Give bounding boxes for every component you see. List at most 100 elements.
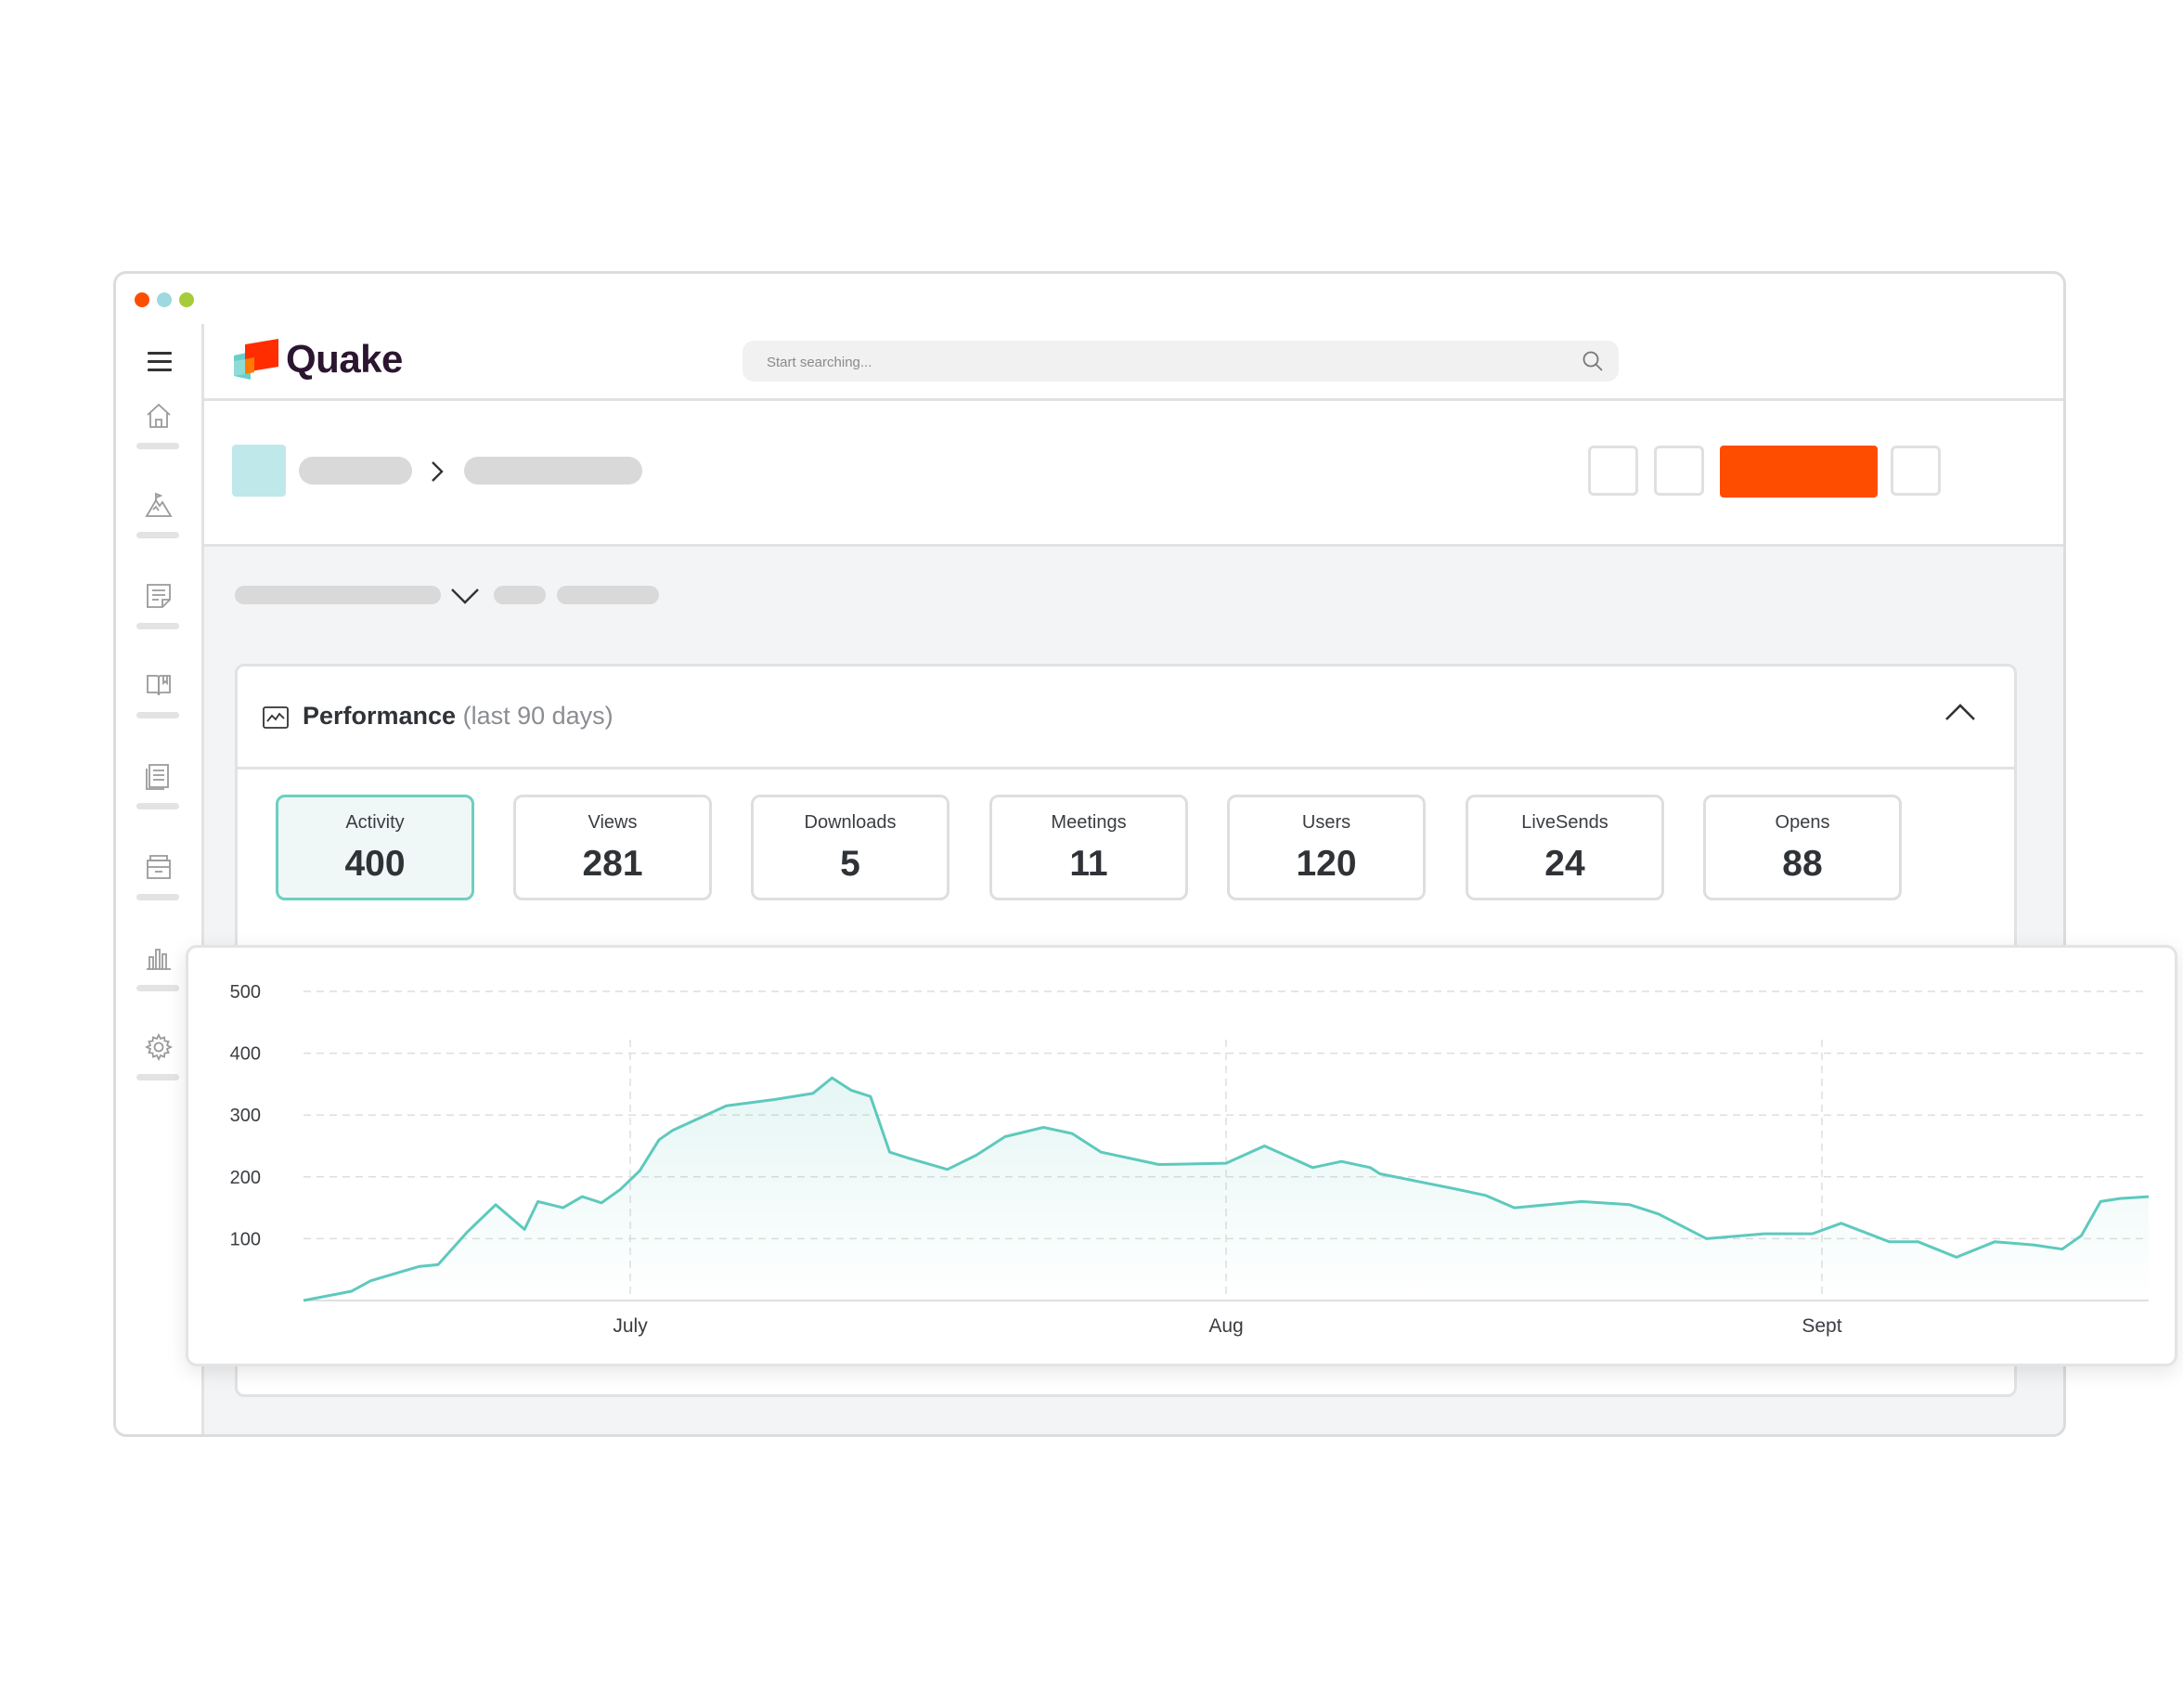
note-edit-icon	[147, 584, 171, 608]
stat-value: 400	[344, 844, 406, 884]
home-icon	[147, 403, 171, 428]
data-point	[536, 1200, 539, 1203]
data-point	[523, 1228, 526, 1231]
data-point	[1042, 1126, 1045, 1129]
data-point	[418, 1265, 420, 1268]
data-point	[2147, 1196, 2150, 1198]
data-point	[1888, 1240, 1891, 1243]
data-point	[2099, 1200, 2102, 1203]
data-point	[1955, 1256, 1957, 1259]
bar-chart-icon	[147, 949, 171, 970]
top-header: Quake	[204, 324, 2063, 401]
hamburger-menu-icon[interactable]	[148, 352, 172, 377]
minimize-window-dot[interactable]	[157, 292, 172, 307]
stat-card-downloads[interactable]: Downloads 5	[751, 795, 949, 900]
stat-label: Downloads	[804, 812, 897, 833]
sidebar-item-label-placeholder	[136, 443, 179, 449]
data-point	[908, 1157, 911, 1159]
data-point	[1369, 1166, 1372, 1169]
close-window-dot[interactable]	[135, 292, 149, 307]
data-point	[811, 1092, 814, 1094]
x-tick-label: Sept	[1802, 1315, 1841, 1337]
data-point	[1628, 1203, 1631, 1206]
stat-card-activity[interactable]: Activity 400	[276, 795, 474, 900]
data-point	[773, 1098, 776, 1101]
data-point	[1263, 1145, 1266, 1147]
stat-value: 24	[1544, 844, 1585, 884]
data-point	[1840, 1222, 1842, 1224]
page-toolbar	[204, 401, 2063, 547]
sidebar-item-label-placeholder	[136, 803, 179, 809]
data-point	[1311, 1166, 1314, 1169]
line-chart-icon	[263, 706, 289, 729]
search-icon[interactable]	[1582, 350, 1604, 372]
data-point	[2060, 1248, 2063, 1250]
y-tick-label: 100	[230, 1229, 261, 1249]
data-point	[1811, 1232, 1814, 1235]
breadcrumb-current-placeholder[interactable]	[464, 457, 642, 485]
search-input[interactable]	[743, 341, 1585, 383]
data-point	[562, 1207, 564, 1210]
sidebar-item-label-placeholder	[136, 894, 179, 900]
stat-card-views[interactable]: Views 281	[513, 795, 712, 900]
data-point	[1340, 1160, 1343, 1163]
x-tick-label: July	[613, 1315, 648, 1337]
panel-header[interactable]: Performance (last 90 days)	[238, 666, 2014, 770]
stat-label: Views	[588, 812, 638, 833]
data-point	[600, 1201, 602, 1204]
data-point	[850, 1089, 853, 1092]
data-point	[1003, 1135, 1006, 1138]
mountain-flag-icon	[145, 492, 173, 517]
maximize-window-dot[interactable]	[179, 292, 194, 307]
data-point	[1994, 1240, 1996, 1243]
y-tick-label: 400	[230, 1044, 261, 1065]
data-point	[658, 1138, 661, 1141]
data-point	[581, 1196, 584, 1198]
filter-chip-placeholder[interactable]	[557, 586, 659, 604]
document-icon	[146, 764, 169, 790]
sidebar-item-label-placeholder	[136, 712, 179, 718]
stat-value: 120	[1296, 844, 1357, 884]
data-point	[1705, 1237, 1708, 1240]
filter-dropdown-placeholder[interactable]	[235, 586, 441, 604]
stat-card-opens[interactable]: Opens 88	[1703, 795, 1902, 900]
toolbar-button-1[interactable]	[1588, 446, 1638, 496]
window-titlebar	[116, 274, 2063, 327]
data-point	[1224, 1162, 1227, 1165]
panel-title: Performance (last 90 days)	[303, 702, 614, 731]
stat-card-users[interactable]: Users 120	[1227, 795, 1426, 900]
data-point	[975, 1154, 977, 1157]
stat-card-meetings[interactable]: Meetings 11	[989, 795, 1188, 900]
stat-value: 88	[1782, 844, 1823, 884]
sidebar-item-label-placeholder	[136, 1074, 179, 1080]
data-point	[302, 1299, 304, 1301]
data-point	[1100, 1151, 1103, 1154]
data-point	[725, 1105, 728, 1107]
data-point	[369, 1279, 372, 1282]
page-avatar	[232, 445, 286, 497]
breadcrumb-root-placeholder[interactable]	[299, 457, 412, 485]
stat-value: 11	[1069, 844, 1108, 884]
data-point	[831, 1077, 833, 1080]
data-point	[1455, 1188, 1458, 1191]
toolbar-button-more[interactable]	[1891, 446, 1941, 496]
toolbar-button-2[interactable]	[1654, 446, 1704, 496]
archive-icon	[147, 855, 171, 879]
stat-label: LiveSends	[1521, 812, 1608, 833]
stat-label: Opens	[1775, 812, 1830, 833]
data-point	[436, 1263, 439, 1266]
stat-card-livesends[interactable]: LiveSends 24	[1466, 795, 1664, 900]
filter-chip-placeholder[interactable]	[494, 586, 546, 604]
chevron-up-icon[interactable]	[1944, 702, 1977, 722]
chevron-down-icon[interactable]	[449, 586, 481, 606]
y-tick-label: 200	[230, 1168, 261, 1188]
primary-action-button[interactable]	[1720, 446, 1878, 498]
data-point	[1071, 1132, 1074, 1135]
data-point	[2118, 1197, 2121, 1200]
search-bar[interactable]	[743, 341, 1619, 383]
activity-line-chart[interactable]: 100 200 300 400 500 July Aug Sept	[188, 948, 2175, 1364]
y-tick-label: 500	[230, 982, 261, 1003]
data-point	[1581, 1200, 1583, 1203]
quake-logo-icon	[234, 339, 278, 380]
data-point	[1513, 1207, 1516, 1210]
